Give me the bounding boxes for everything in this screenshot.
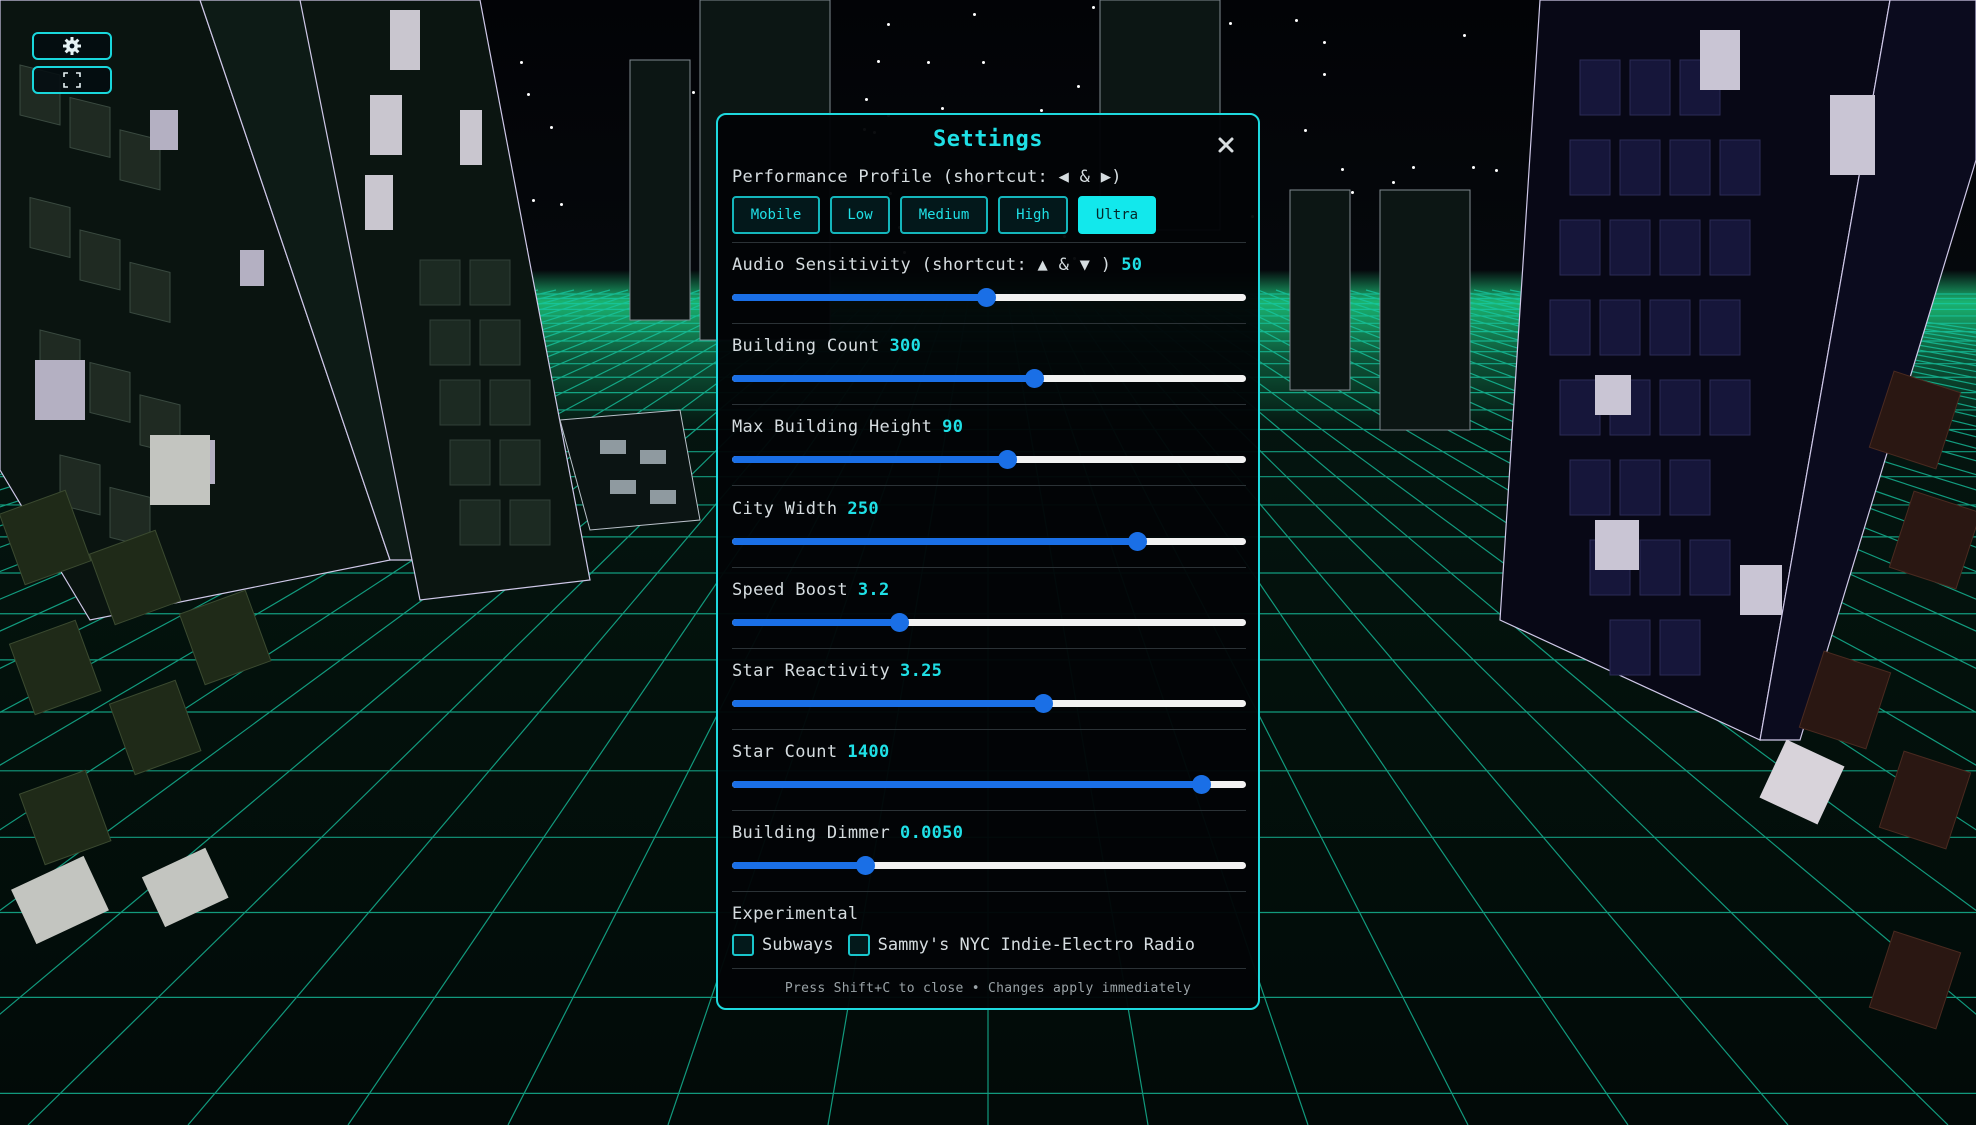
divider [732, 729, 1246, 730]
settings-title: Settings [933, 127, 1043, 152]
slider-thumb[interactable] [997, 450, 1017, 469]
divider [732, 567, 1246, 568]
building-count-label: Building Count 300 [732, 336, 1246, 356]
radio-label: Sammy's NYC Indie-Electro Radio [877, 935, 1195, 955]
building-dimmer-label-text: Building Dimmer [732, 823, 891, 843]
building-dimmer-label: Building Dimmer 0.0050 [732, 823, 1246, 843]
settings-panel: Settings Performance Profile (shortcut: … [716, 113, 1260, 1010]
slider-thumb[interactable] [855, 856, 875, 875]
slider-thumb[interactable] [890, 613, 910, 632]
star-reactivity-section: Star Reactivity 3.25 [732, 661, 1246, 713]
audio-sensitivity-label-text: Audio Sensitivity (shortcut: ▲ & ▼ ) [732, 255, 1112, 275]
performance-profile-section: Performance Profile (shortcut: ◀ & ▶) Mo… [732, 167, 1246, 234]
speed-boost-label: Speed Boost 3.2 [732, 580, 1246, 600]
divider [732, 810, 1246, 811]
profile-button-mobile[interactable]: Mobile [732, 196, 820, 234]
star-reactivity-slider[interactable] [732, 693, 1246, 713]
slider-thumb[interactable] [1025, 369, 1045, 388]
building-count-slider[interactable] [732, 368, 1246, 388]
experimental-section: Experimental Subways Sammy's NYC Indie-E… [732, 904, 1246, 956]
speed-boost-section: Speed Boost 3.2 [732, 580, 1246, 632]
building [559, 409, 701, 531]
slider-thumb[interactable] [1128, 532, 1148, 551]
audio-sensitivity-label: Audio Sensitivity (shortcut: ▲ & ▼ ) 50 [732, 255, 1246, 275]
star-reactivity-label-text: Star Reactivity [732, 661, 891, 681]
divider [732, 891, 1246, 892]
profile-button-low[interactable]: Low [830, 196, 890, 234]
city-width-label-text: City Width [732, 499, 838, 519]
slider-fill [732, 538, 1138, 545]
close-icon [1218, 137, 1234, 153]
profile-button-medium[interactable]: Medium [900, 196, 988, 234]
star-count-section: Star Count 1400 [732, 742, 1246, 794]
max-building-height-label: Max Building Height 90 [732, 417, 1246, 437]
slider-thumb[interactable] [1033, 694, 1053, 713]
subways-checkbox[interactable] [732, 934, 754, 956]
speed-boost-value: 3.2 [857, 580, 890, 600]
star-count-label: Star Count 1400 [732, 742, 1246, 762]
city-width-value: 250 [847, 499, 879, 519]
divider [732, 404, 1246, 405]
settings-footer-hint: Press Shift+C to close • Changes apply i… [784, 981, 1192, 996]
speed-boost-slider[interactable] [732, 612, 1246, 632]
settings-button[interactable] [32, 32, 112, 60]
performance-profile-options: Mobile Low Medium High Ultra [732, 196, 1246, 234]
building-count-section: Building Count 300 [732, 336, 1246, 388]
city-width-section: City Width 250 [732, 499, 1246, 551]
slider-fill [732, 781, 1202, 788]
experimental-label: Experimental [732, 904, 859, 924]
slider-fill [732, 862, 865, 869]
city-width-label: City Width 250 [732, 499, 1246, 519]
max-building-height-label-text: Max Building Height [732, 417, 933, 437]
building-dimmer-value: 0.0050 [900, 823, 964, 843]
fullscreen-button[interactable] [32, 66, 112, 94]
building [1499, 0, 1976, 741]
slider-thumb[interactable] [1192, 775, 1212, 794]
star-count-slider[interactable] [732, 774, 1246, 794]
subways-label: Subways [762, 935, 834, 955]
slider-fill [732, 700, 1043, 707]
divider [732, 648, 1246, 649]
profile-button-high[interactable]: High [998, 196, 1068, 234]
city-width-slider[interactable] [732, 531, 1246, 551]
radio-checkbox[interactable] [847, 934, 870, 956]
speed-boost-label-text: Speed Boost [732, 580, 848, 600]
audio-sensitivity-value: 50 [1121, 255, 1143, 275]
fullscreen-icon [63, 72, 81, 88]
star-reactivity-label: Star Reactivity 3.25 [732, 661, 1246, 681]
building-dimmer-slider[interactable] [732, 855, 1246, 875]
max-building-height-value: 90 [942, 417, 964, 437]
building-dimmer-section: Building Dimmer 0.0050 [732, 823, 1246, 875]
audio-sensitivity-section: Audio Sensitivity (shortcut: ▲ & ▼ ) 50 [732, 255, 1246, 307]
slider-fill [732, 456, 1007, 463]
performance-profile-label: Performance Profile (shortcut: ◀ & ▶) [732, 167, 1122, 187]
star-count-value: 1400 [847, 742, 890, 762]
experimental-options: Subways Sammy's NYC Indie-Electro Radio [732, 934, 1246, 956]
slider-fill [732, 619, 900, 626]
audio-sensitivity-slider[interactable] [732, 287, 1246, 307]
max-building-height-section: Max Building Height 90 [732, 417, 1246, 469]
slider-fill [732, 294, 987, 301]
building-count-value: 300 [889, 336, 922, 356]
slider-thumb[interactable] [977, 288, 997, 307]
gear-icon [63, 37, 81, 55]
building [1759, 739, 1845, 825]
divider [732, 242, 1246, 243]
max-building-height-slider[interactable] [732, 449, 1246, 469]
divider [732, 485, 1246, 486]
close-button[interactable] [1214, 133, 1238, 157]
star-reactivity-value: 3.25 [900, 661, 943, 681]
divider [732, 323, 1246, 324]
divider [732, 968, 1246, 969]
profile-button-ultra[interactable]: Ultra [1078, 196, 1156, 234]
building-count-label-text: Building Count [732, 336, 880, 356]
slider-fill [732, 375, 1035, 382]
star-count-label-text: Star Count [732, 742, 838, 762]
